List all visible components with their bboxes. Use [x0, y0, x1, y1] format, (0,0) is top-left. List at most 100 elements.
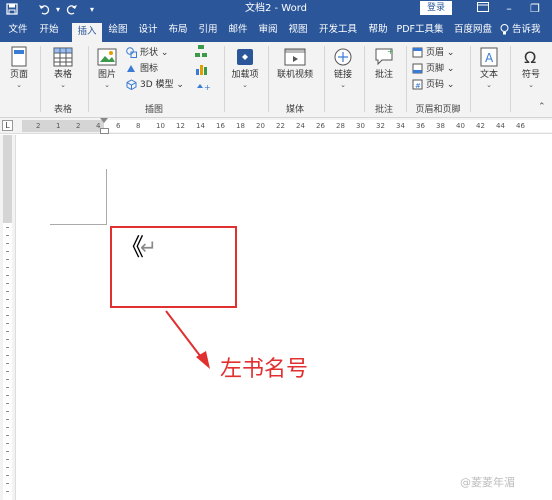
save-icon[interactable] [4, 1, 20, 17]
minimize-icon[interactable]: – [496, 0, 522, 18]
collapse-ribbon-icon[interactable]: ⌃ [538, 102, 546, 112]
page-number-button[interactable]: # 页码 ⌄ [412, 78, 454, 92]
3d-model-label: 3D 模型 [140, 80, 174, 90]
symbol-label: 符号 [521, 70, 540, 80]
picture-button[interactable]: 图片 ⌄ [92, 46, 122, 89]
ruler-number: 20 [256, 122, 265, 130]
margin-corner-mark [106, 169, 107, 224]
icons-label: 图标 [140, 64, 159, 74]
footer-label: 页脚 [426, 64, 445, 74]
picture-icon [97, 48, 117, 66]
highlight-box [110, 226, 237, 308]
separator [268, 46, 269, 112]
tab-layout[interactable]: 布局 [164, 22, 192, 40]
page-icon [11, 46, 27, 67]
first-line-indent-marker[interactable] [100, 118, 108, 123]
left-indent-marker[interactable] [100, 128, 109, 134]
table-button[interactable]: 表格 ⌄ [46, 46, 80, 89]
restore-icon[interactable]: ❐ [522, 0, 548, 18]
vertical-ruler-tick [6, 307, 9, 308]
separator [324, 46, 325, 112]
ruler-number: 1 [56, 122, 61, 130]
tab-references[interactable]: 引用 [194, 22, 222, 40]
textbox-button[interactable]: A 文本 ⌄ [474, 46, 504, 89]
textbox-dropdown-icon: ⌄ [486, 81, 492, 89]
vertical-ruler-tick [6, 475, 9, 476]
document-page[interactable] [16, 135, 552, 500]
comment-button[interactable]: + 批注 [368, 46, 400, 81]
tab-developer[interactable]: 开发工具 [314, 22, 362, 40]
screenshot-button[interactable]: + [192, 80, 214, 92]
separator [88, 46, 89, 112]
svg-text:#: # [415, 82, 421, 90]
tab-design[interactable]: 设计 [134, 22, 162, 40]
ruler-number: 18 [236, 122, 245, 130]
tab-pdf-tools[interactable]: PDF工具集 [394, 22, 446, 40]
group-label-header-footer: 页眉和页脚 [415, 105, 461, 115]
link-label: 链接 [333, 70, 352, 80]
addins-dropdown-icon: ⌄ [242, 81, 248, 89]
ruler-number: 32 [376, 122, 385, 130]
shape-button[interactable]: 形状 ⌄ [126, 46, 168, 60]
login-button[interactable]: 登录 [420, 1, 452, 15]
tab-help[interactable]: 帮助 [364, 22, 392, 40]
redo-icon[interactable] [64, 1, 80, 17]
tell-me-search[interactable]: 告诉我 [500, 22, 541, 38]
tab-view[interactable]: 视图 [284, 22, 312, 40]
tab-baidu-pan[interactable]: 百度网盘 [448, 22, 498, 40]
table-icon [53, 47, 73, 67]
cube-icon [126, 79, 137, 90]
tab-insert[interactable]: 插入 [72, 23, 102, 42]
chart-button[interactable] [192, 62, 210, 76]
ruler-number: 46 [516, 122, 525, 130]
vertical-ruler-tick [6, 299, 9, 300]
3d-model-button[interactable]: 3D 模型 ⌄ [126, 78, 184, 92]
smartart-icon [195, 45, 207, 57]
ruler-number: 2 [76, 122, 81, 130]
tab-draw[interactable]: 绘图 [104, 22, 132, 40]
lightbulb-icon [500, 24, 509, 35]
omega-icon: Ω [524, 48, 536, 67]
ruler-number: 6 [116, 122, 121, 130]
page-dropdown-icon: ⌄ [16, 81, 22, 89]
tab-mailings[interactable]: 邮件 [224, 22, 252, 40]
annotation-arrow [165, 310, 210, 369]
addins-button[interactable]: 加载项 ⌄ [228, 46, 262, 89]
symbol-button[interactable]: Ω 符号 ⌄ [514, 46, 548, 89]
link-button[interactable]: 链接 ⌄ [328, 46, 358, 89]
vertical-ruler-margin [3, 135, 12, 223]
smartart-button[interactable] [192, 44, 210, 58]
tab-selector-icon[interactable]: L [2, 120, 13, 131]
tab-file[interactable]: 文件 [6, 22, 30, 40]
footer-button[interactable]: 页脚 ⌄ [412, 62, 454, 76]
vertical-ruler-tick [6, 443, 9, 444]
online-video-button[interactable]: 联机视频 [272, 46, 318, 81]
ruler-number: 26 [316, 122, 325, 130]
ruler-number: 8 [136, 122, 141, 130]
tab-review[interactable]: 审阅 [254, 22, 282, 40]
vertical-ruler-tick [6, 483, 9, 484]
svg-text:+: + [387, 47, 394, 56]
vertical-ruler-tick [6, 411, 9, 412]
vertical-ruler-tick [6, 291, 9, 292]
ruler-number: 24 [296, 122, 305, 130]
vertical-ruler-tick [6, 491, 9, 492]
picture-dropdown-icon: ⌄ [104, 81, 110, 89]
group-label-table: 表格 [53, 105, 72, 115]
symbol-dropdown-icon: ⌄ [528, 81, 534, 89]
page-number-label: 页码 [426, 80, 445, 90]
vertical-ruler-tick [6, 379, 9, 380]
vertical-ruler-tick [6, 259, 9, 260]
tab-home[interactable]: 开始 [34, 22, 64, 40]
ruler-number: 16 [216, 122, 225, 130]
header-button[interactable]: 页眉 ⌄ [412, 46, 454, 60]
ribbon-display-options-icon[interactable] [470, 0, 496, 18]
customize-quick-access-icon[interactable]: ▾ [84, 1, 100, 17]
vertical-ruler-tick [6, 419, 9, 420]
addins-label: 加载项 [231, 70, 259, 80]
vertical-ruler-tick [6, 251, 9, 252]
group-label-comments: 批注 [374, 105, 393, 115]
margin-corner-mark [50, 224, 107, 225]
page-button[interactable]: 页面 ⌄ [4, 46, 34, 89]
icons-button[interactable]: 图标 [126, 62, 158, 76]
